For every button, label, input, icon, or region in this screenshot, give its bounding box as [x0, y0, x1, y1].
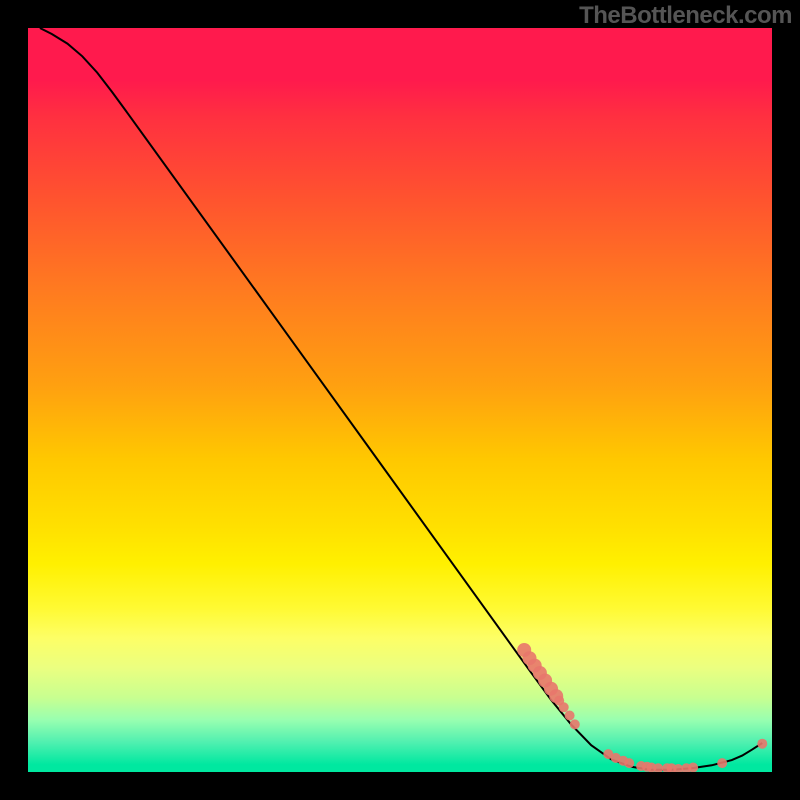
brand-watermark: TheBottleneck.com	[579, 2, 792, 30]
curve-marker	[565, 711, 575, 721]
curve-marker	[559, 702, 569, 712]
curve-marker	[688, 763, 698, 773]
bottleneck-curve	[40, 28, 762, 770]
curve-marker	[717, 758, 727, 768]
chart-area	[28, 28, 772, 772]
curve-marker	[570, 719, 580, 729]
curve-markers	[517, 643, 767, 772]
curve-marker	[757, 739, 767, 749]
curve-marker	[624, 758, 634, 768]
chart-plot	[28, 28, 772, 772]
